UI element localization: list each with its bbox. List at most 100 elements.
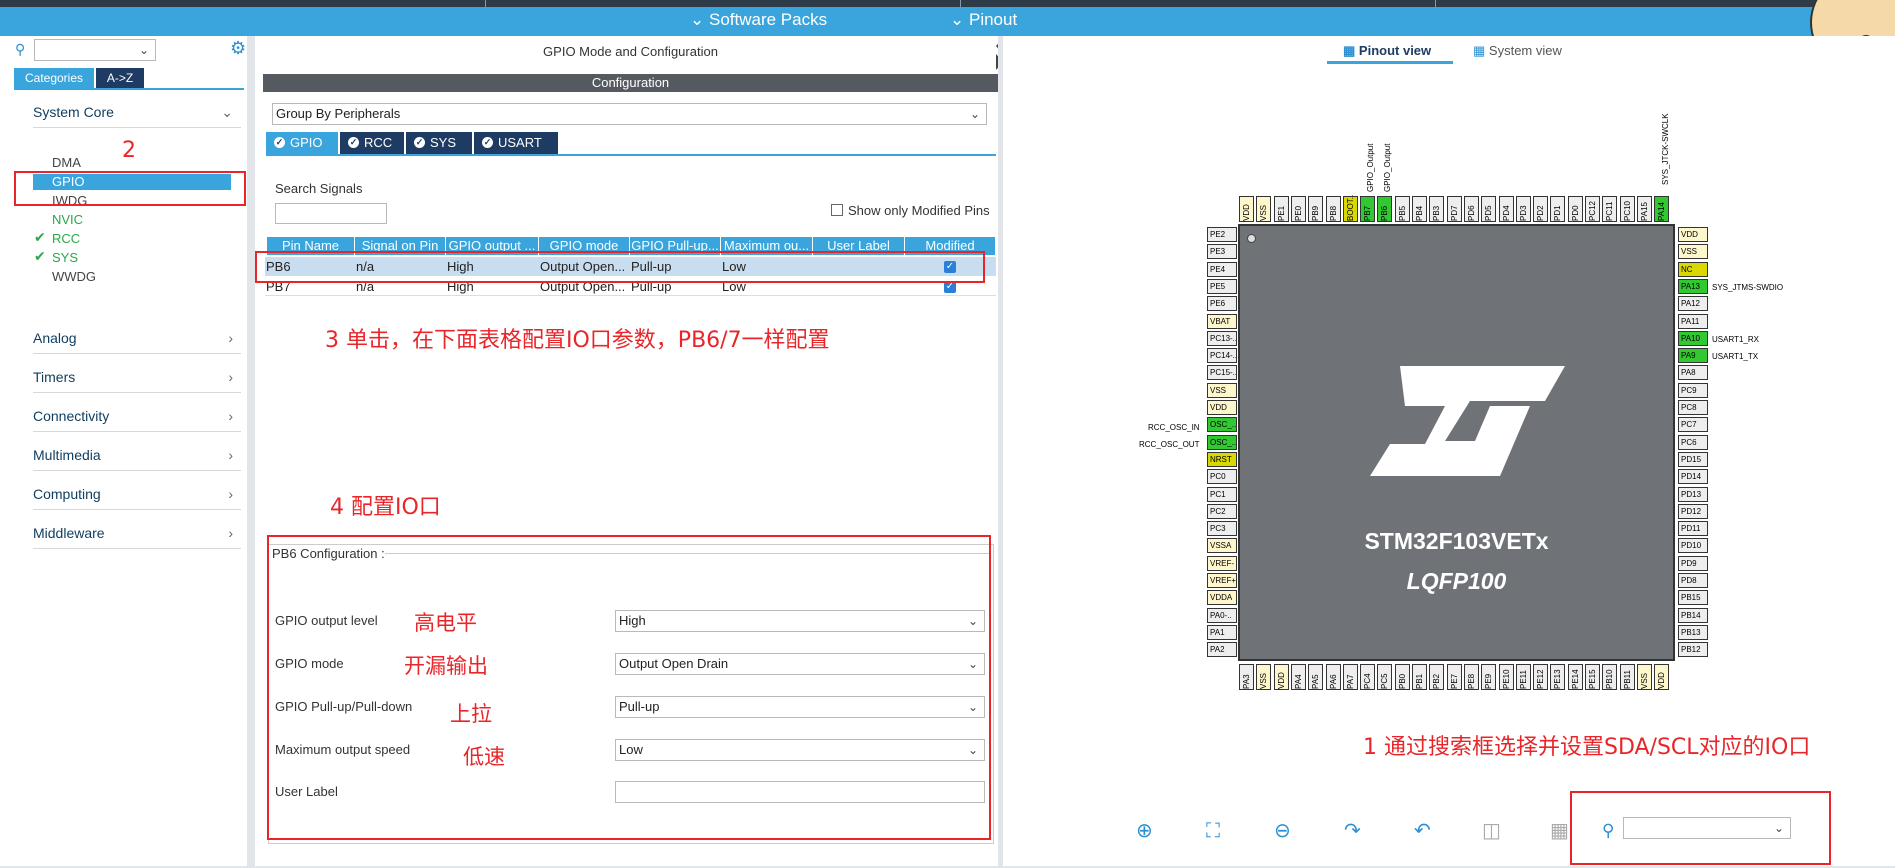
pin[interactable]: PB11 <box>1619 664 1635 690</box>
pin[interactable]: PE1 <box>1273 196 1289 222</box>
show-modified-checkbox[interactable] <box>831 204 843 216</box>
system-view-tab[interactable]: ▦ System view <box>1473 43 1562 59</box>
pin[interactable]: PA11 <box>1678 313 1708 329</box>
pin[interactable]: PE2 <box>1207 227 1237 242</box>
pin[interactable]: PC11 <box>1602 196 1618 222</box>
pin[interactable]: PA12 <box>1678 296 1708 312</box>
pin[interactable]: PC9 <box>1678 382 1708 398</box>
pin[interactable]: PB6 <box>1377 196 1393 222</box>
pin[interactable]: PA4 <box>1290 664 1306 690</box>
pin[interactable]: NRST <box>1207 451 1237 467</box>
category-connectivity[interactable]: Connectivity › <box>33 408 241 432</box>
pin[interactable]: PA0-.. <box>1207 607 1237 623</box>
pin[interactable]: PA2 <box>1207 642 1237 658</box>
mcu-chip[interactable]: STM32F103VETx LQFP100 <box>1238 224 1675 661</box>
pin[interactable]: PA14 <box>1654 196 1670 222</box>
pin[interactable]: PC14-.. <box>1207 348 1237 364</box>
pin[interactable]: PE0 <box>1290 196 1306 222</box>
pin[interactable]: PA13 <box>1678 278 1708 294</box>
pin[interactable]: VSSA <box>1207 538 1237 554</box>
pin[interactable]: PC2 <box>1207 503 1237 519</box>
pin[interactable]: PD0 <box>1567 196 1583 222</box>
pin[interactable]: PB5 <box>1394 196 1410 222</box>
pin[interactable]: PD3 <box>1515 196 1531 222</box>
pin[interactable]: BOOT.. <box>1342 195 1358 222</box>
pin[interactable]: PD15 <box>1678 451 1708 467</box>
pin[interactable]: PC12 <box>1585 196 1600 222</box>
pin[interactable]: PC1 <box>1207 486 1237 502</box>
pin[interactable]: PD12 <box>1678 503 1708 519</box>
pin[interactable]: PC3 <box>1207 521 1237 537</box>
pin[interactable]: PD8 <box>1678 573 1708 588</box>
rotate-left-icon[interactable]: ↶ <box>1414 818 1431 842</box>
pin[interactable]: OSC_.. <box>1207 434 1237 450</box>
pin[interactable]: PA8 <box>1678 365 1708 381</box>
sub-item-sys[interactable]: SYS <box>52 250 78 265</box>
pin[interactable]: PC10 <box>1619 196 1635 222</box>
pin[interactable]: PD9 <box>1678 555 1708 571</box>
pin[interactable]: PE10 <box>1498 664 1514 690</box>
zoom-out-icon[interactable]: ⊖ <box>1274 818 1291 842</box>
grid-icon[interactable]: ▦ <box>1550 818 1569 842</box>
pin[interactable]: VSS <box>1256 196 1272 222</box>
gear-icon[interactable]: ⚙ <box>230 38 246 59</box>
pin[interactable]: PC0 <box>1207 469 1237 485</box>
pin[interactable]: PE15 <box>1585 664 1600 690</box>
pin[interactable]: VSS <box>1256 664 1272 690</box>
tab-az[interactable]: A->Z <box>96 68 144 88</box>
pin[interactable]: PE9 <box>1481 664 1497 690</box>
pin[interactable]: PB3 <box>1429 196 1445 222</box>
pin[interactable]: PB1 <box>1412 664 1427 690</box>
pin[interactable]: PD11 <box>1678 521 1708 537</box>
pin[interactable]: PB9 <box>1308 196 1324 222</box>
pin[interactable]: PB0 <box>1394 664 1410 690</box>
category-multimedia[interactable]: Multimedia › <box>33 447 241 471</box>
tab-gpio[interactable]: ✓ GPIO <box>266 132 338 154</box>
tab-categories[interactable]: Categories <box>14 68 94 88</box>
pin[interactable]: NC <box>1678 261 1708 277</box>
pin[interactable]: OSC_.. <box>1207 417 1237 433</box>
pin[interactable]: VREF+ <box>1207 573 1237 588</box>
sub-item-rcc[interactable]: RCC <box>52 231 80 246</box>
pin[interactable]: PE14 <box>1567 664 1583 690</box>
pin[interactable]: PC15-.. <box>1207 365 1237 381</box>
pin[interactable]: PC4 <box>1360 664 1376 690</box>
pin[interactable]: VDD <box>1654 664 1670 690</box>
pin[interactable]: PE5 <box>1207 278 1237 294</box>
rotate-right-icon[interactable]: ↷ <box>1344 818 1361 842</box>
pin[interactable]: VDDA <box>1207 590 1237 606</box>
sub-item-nvic[interactable]: NVIC <box>52 212 83 227</box>
pin[interactable]: VDD <box>1239 196 1254 222</box>
pin[interactable]: PA15 <box>1636 196 1652 222</box>
tab-rcc[interactable]: ✓ RCC <box>340 132 404 154</box>
pinout-view-tab[interactable]: ▦ Pinout view <box>1343 43 1431 59</box>
pin[interactable]: PE8 <box>1463 664 1479 690</box>
pin[interactable]: PC7 <box>1678 417 1708 433</box>
pin[interactable]: PE3 <box>1207 244 1237 260</box>
pin[interactable]: PD2 <box>1533 196 1549 222</box>
pin[interactable]: PA5 <box>1308 664 1324 690</box>
pin[interactable]: PD10 <box>1678 538 1708 554</box>
pin[interactable]: PB8 <box>1325 196 1341 222</box>
pin[interactable]: PD4 <box>1498 196 1514 222</box>
pin[interactable]: PD6 <box>1463 196 1479 222</box>
pin[interactable]: PB10 <box>1602 664 1618 690</box>
pinout-menu[interactable]: ⌄ Pinout <box>950 10 1017 30</box>
pin[interactable]: PE13 <box>1550 664 1566 690</box>
pin[interactable]: VDD <box>1678 227 1708 242</box>
category-search-input[interactable]: ⌄ <box>34 39 156 61</box>
pin[interactable]: PE11 <box>1515 664 1531 690</box>
pin[interactable]: PA9 <box>1678 348 1708 364</box>
pin[interactable]: PA6 <box>1325 664 1341 690</box>
pin[interactable]: PB12 <box>1678 642 1708 658</box>
pin[interactable]: PE4 <box>1207 261 1237 277</box>
tab-sys[interactable]: ✓ SYS <box>406 132 472 154</box>
pin[interactable]: VSS <box>1678 244 1708 260</box>
pin[interactable]: PD5 <box>1481 196 1497 222</box>
pin[interactable]: PA7 <box>1342 664 1358 690</box>
pin[interactable]: PB13 <box>1678 624 1708 640</box>
pin[interactable]: PD7 <box>1446 196 1462 222</box>
search-signals-input[interactable] <box>275 203 387 224</box>
pin[interactable]: PE7 <box>1446 664 1462 690</box>
pin[interactable]: VSS <box>1636 664 1652 690</box>
